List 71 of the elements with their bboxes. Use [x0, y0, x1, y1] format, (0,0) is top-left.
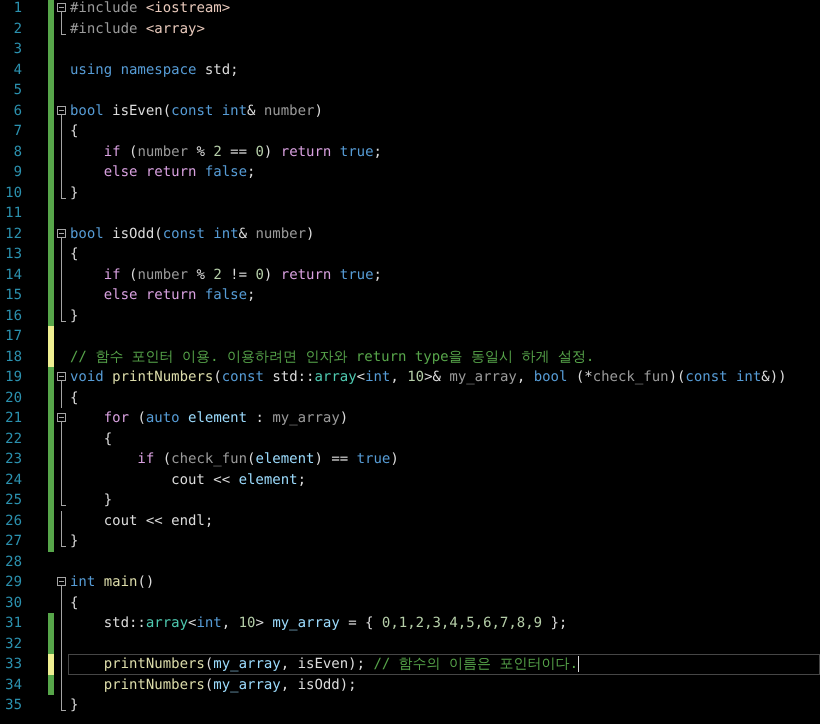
line-number: 19 [4, 368, 22, 387]
code-line: printNumbers(my_array, isEven); // 함수의 이름은 포인터이다. [102, 655, 578, 674]
collapse-icon[interactable] [57, 3, 66, 12]
line-number: 34 [4, 676, 22, 694]
line-number: 17 [4, 327, 22, 346]
code-line: for (auto element : my_array) [102, 409, 348, 428]
code-line: } [70, 532, 78, 550]
line-number: 12 [4, 224, 22, 244]
line-number: 6 [12, 102, 22, 120]
line-number: 30 [4, 594, 22, 612]
code-line: if (check_fun(element) == true) [136, 450, 399, 468]
line-number: 33 [4, 655, 22, 674]
collapse-icon[interactable] [57, 228, 66, 238]
code-line: printNumbers(my_array, isOdd); [102, 676, 357, 694]
line-number: 4 [12, 60, 22, 80]
code-line: { [70, 245, 78, 264]
code-line: { [102, 430, 112, 448]
code-line: else return false; [102, 286, 256, 304]
line-number: 8 [12, 142, 22, 162]
collapse-icon[interactable] [57, 577, 66, 586]
line-number: 21 [4, 409, 22, 428]
code-line: } [102, 491, 112, 510]
line-number: 3 [12, 40, 22, 59]
code-line: if (number % 2 == 0) return true; [102, 142, 382, 161]
line-number: 11 [4, 204, 22, 223]
code-line: } [70, 696, 78, 714]
code-line: bool isOdd(const int& number) [70, 224, 314, 243]
line-number: 13 [4, 245, 22, 264]
line-number: 28 [4, 552, 22, 572]
line-number: 24 [4, 470, 22, 490]
collapse-icon[interactable] [57, 413, 66, 422]
line-number: 2 [12, 20, 22, 38]
text-cursor [578, 656, 580, 672]
code-line: int main() [70, 573, 154, 592]
line-number: 7 [12, 122, 22, 141]
code-line: } [70, 306, 78, 325]
code-line: void printNumbers(const std::array<int, 10>& my_array, bool (*check_fun)(const int&)) [70, 368, 787, 386]
collapse-icon[interactable] [57, 372, 66, 381]
line-number: 29 [4, 573, 22, 592]
code-line: cout << endl; [102, 512, 214, 530]
code-line: #include <array> [70, 20, 205, 38]
line-number: 27 [4, 532, 22, 551]
code-line: if (number % 2 != 0) return true; [102, 266, 382, 284]
code-line: { [70, 122, 78, 140]
code-line: using namespace std; [70, 60, 239, 79]
code-line: { [70, 388, 78, 407]
line-number: 9 [12, 163, 22, 182]
line-number: 32 [4, 634, 22, 654]
line-number: 5 [12, 81, 22, 100]
line-number: 15 [4, 286, 22, 305]
code-line: cout << element; [170, 470, 306, 489]
line-number: 35 [4, 696, 22, 715]
line-number: 1 [12, 0, 22, 18]
code-line: else return false; [102, 163, 256, 182]
code-line: std::array<int, 10> my_array = { 0,1,2,3,4,5,6,7,8,9 }; [102, 614, 568, 632]
collapse-icon[interactable] [57, 106, 66, 114]
code-line: #include <iostream> [70, 0, 230, 18]
line-number: 23 [4, 450, 22, 469]
code-line: bool isEven(const int& number) [70, 102, 323, 120]
line-number: 10 [4, 184, 22, 202]
code-line: } [70, 184, 78, 202]
line-number: 14 [4, 266, 22, 284]
line-number: 31 [4, 614, 22, 633]
line-number: 25 [4, 491, 22, 510]
line-number: 20 [4, 388, 22, 408]
line-number: 18 [4, 348, 22, 366]
line-number: 16 [4, 306, 22, 326]
line-number: 26 [4, 512, 22, 530]
line-number: 22 [4, 430, 22, 448]
code-line: { [70, 594, 78, 612]
code-line: // 함수 포인터 이용. 이용하려면 인자와 return type을 동일시 하게 설정. [70, 348, 594, 366]
